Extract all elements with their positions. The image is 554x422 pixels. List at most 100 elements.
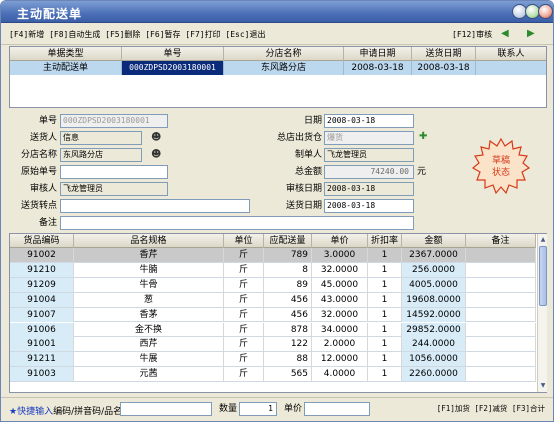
grid-row[interactable]: 91209 牛骨斤 89 45.0000 1 4005.0000	[10, 277, 536, 293]
store-label: 总店出货仓	[276, 133, 322, 143]
next-record-icon[interactable]: ▶	[527, 29, 537, 39]
bottom-bar: ★快捷输入编码/拼音码/品名 数量 1 单价 [F1]加货 [F2]减货 [F3…	[1, 397, 553, 421]
grid-cell-amount: 244.0000	[402, 337, 466, 352]
grid-cell-name: 葱	[74, 292, 224, 307]
grid-cell-discount: 1	[368, 277, 402, 292]
grid-row[interactable]: 91211 牛展斤 88 12.0000 1 1056.0000	[10, 352, 536, 368]
grid-row[interactable]: 91004 葱斤 456 43.0000 1 19608.0000	[10, 292, 536, 308]
remark-field[interactable]	[60, 216, 414, 230]
quick-entry-input[interactable]	[120, 402, 212, 416]
grid-cell-unit: 斤	[224, 337, 264, 352]
grid-cell-name: 香芹	[74, 248, 224, 262]
delivery-point-field[interactable]	[60, 199, 250, 213]
review-button[interactable]: [F12]审核	[452, 29, 492, 40]
toolbar: [F4]新增 [F8]自动生成 [F5]删除 [F6]暂存 [F7]打印 [Es…	[1, 23, 553, 45]
quick-entry-label: ★快捷输入	[9, 407, 54, 417]
qty-input[interactable]: 1	[239, 402, 277, 416]
grid-row[interactable]: 91210 牛腩斤 8 32.0000 1 256.0000	[10, 262, 536, 278]
quick-entry-hint: 编码/拼音码/品名	[53, 407, 123, 417]
grid-col-unit[interactable]: 单位	[224, 234, 264, 248]
list-col-type[interactable]: 单据类型	[10, 47, 122, 61]
grid-cell-price: 32.0000	[312, 262, 368, 277]
grid-cell-price: 12.0000	[312, 352, 368, 367]
title-bar[interactable]: 主动配送单	[1, 1, 553, 23]
price-input[interactable]	[304, 402, 370, 416]
person-pick-icon[interactable]: ☻	[151, 132, 163, 144]
stamp-line2: 状态	[492, 166, 510, 178]
close-button[interactable]	[538, 4, 553, 19]
grid-cell-amount: 14592.0000	[402, 307, 466, 322]
grid-cell-discount: 1	[368, 352, 402, 367]
grid-cell-qty: 456	[264, 307, 312, 322]
quick-entry: ★快捷输入编码/拼音码/品名	[9, 404, 122, 417]
grid-row[interactable]: 91007 香茅斤 456 32.0000 1 14592.0000	[10, 307, 536, 323]
review-date-label: 审核日期	[285, 184, 322, 194]
review-date-field: 2008-03-18	[324, 182, 414, 196]
total-field: 74240.00	[324, 165, 414, 179]
scroll-up-icon[interactable]: ▲	[539, 235, 547, 245]
shortcut-bar[interactable]: [F4]新增 [F8]自动生成 [F5]删除 [F6]暂存 [F7]打印 [Es…	[9, 29, 266, 40]
list-cell-apply-date: 2008-03-18	[344, 61, 412, 75]
orig-no-label: 原始单号	[20, 167, 57, 177]
grid-cell-unit: 斤	[224, 322, 264, 337]
grid-cell-unit: 斤	[224, 307, 264, 322]
grid-cell-discount: 1	[368, 337, 402, 352]
grid-row[interactable]: 91006 金不换斤 878 34.0000 1 29852.0000	[10, 322, 536, 338]
grid-scrollbar[interactable]: ▲ ▼	[537, 234, 547, 392]
grid-col-amount[interactable]: 金额	[402, 234, 466, 248]
grid-cell-remark	[466, 352, 536, 367]
list-col-apply-date[interactable]: 申请日期	[344, 47, 412, 61]
scroll-down-icon[interactable]: ▼	[539, 381, 547, 391]
list-col-no[interactable]: 单号	[122, 47, 224, 61]
list-col-branch[interactable]: 分店名称	[224, 47, 344, 61]
grid-cell-amount: 4005.0000	[402, 277, 466, 292]
grid-cell-amount: 2367.0000	[402, 248, 466, 262]
orig-no-field[interactable]	[60, 165, 168, 179]
grid-col-qty[interactable]: 应配送量	[264, 234, 312, 248]
grid-cell-remark	[466, 307, 536, 322]
grid-col-discount[interactable]: 折扣率	[368, 234, 402, 248]
qty-label: 数量	[218, 404, 237, 414]
scroll-thumb[interactable]	[539, 246, 547, 306]
doc-no-field[interactable]: 000ZDPSD2003180001	[60, 114, 168, 128]
total-unit: 元	[417, 167, 427, 177]
list-cell-branch: 东风路分店	[224, 61, 344, 75]
store-field[interactable]: 爆货	[324, 131, 414, 145]
maker-label: 制单人	[294, 150, 322, 160]
grid-cell-remark	[466, 262, 536, 277]
list-row[interactable]: 主动配送单 000ZDPSD2003180001 东风路分店 2008-03-1…	[10, 61, 546, 75]
grid-col-remark[interactable]: 备注	[466, 234, 536, 248]
list-header: 单据类型 单号 分店名称 申请日期 送货日期 联系人	[10, 47, 546, 61]
grid-cell-code: 91006	[10, 322, 74, 337]
grid-row[interactable]: 91003 元茜斤 565 4.0000 1 2260.0000	[10, 367, 536, 383]
delivery-point-label: 送货转点	[20, 201, 57, 211]
grid-cell-price: 3.0000	[312, 248, 368, 262]
remark-label: 备注	[38, 218, 57, 228]
branch-field[interactable]: 东风路分店	[60, 148, 142, 162]
list-col-delivery-date[interactable]: 送货日期	[412, 47, 476, 61]
bottom-shortcuts[interactable]: [F1]加货 [F2]减货 [F3]合计	[429, 402, 545, 416]
reviewer-field: 飞龙管理员	[60, 182, 168, 196]
price-label: 单价	[283, 404, 302, 414]
grid-col-code[interactable]: 货品编码	[10, 234, 74, 248]
date-label: 日期	[303, 116, 322, 126]
grid-cell-unit: 斤	[224, 292, 264, 307]
maker-field[interactable]: 飞龙管理员	[324, 148, 414, 162]
grid-col-price[interactable]: 单价	[312, 234, 368, 248]
window-title: 主动配送单	[17, 7, 83, 21]
main-window: 主动配送单 [F4]新增 [F8]自动生成 [F5]删除 [F6]暂存 [F7]…	[0, 0, 554, 422]
grid-cell-price: 2.0000	[312, 337, 368, 352]
grid-row[interactable]: 91001 西芹斤 122 2.0000 1 244.0000	[10, 337, 536, 353]
branch-pick-icon[interactable]: ☻	[151, 149, 163, 161]
grid-cell-price: 32.0000	[312, 307, 368, 322]
grid-col-name[interactable]: 品名规格	[74, 234, 224, 248]
delivery-date-field[interactable]: 2008-03-18	[324, 199, 414, 213]
store-pick-icon[interactable]: ✚	[419, 131, 431, 143]
sender-field[interactable]: 信息	[60, 131, 142, 145]
grid-cell-remark	[466, 248, 536, 262]
date-field[interactable]: 2008-03-18	[324, 114, 414, 128]
grid-cell-remark	[466, 292, 536, 307]
prev-record-icon[interactable]: ◀	[501, 29, 511, 39]
list-col-contact[interactable]: 联系人	[476, 47, 546, 61]
grid-row[interactable]: 91002 香芹斤 789 3.0000 1 2367.0000	[10, 248, 536, 263]
